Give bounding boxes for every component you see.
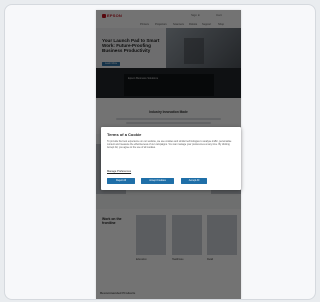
manage-preferences-link[interactable]: Manage Preferences <box>107 170 131 173</box>
accept-cookies-button[interactable]: Accept Cookies <box>141 178 174 184</box>
screenshot-card: EPSON Sign in Cart Printers Projectors S… <box>4 4 316 300</box>
cookie-modal-body: To provide the best experience on our we… <box>107 140 232 150</box>
cookie-modal-title: Terms of a Cookie <box>107 132 142 137</box>
reject-all-button[interactable]: Reject All <box>107 178 135 184</box>
cookie-consent-modal: Terms of a Cookie To provide the best ex… <box>101 127 241 190</box>
accept-all-button[interactable]: Accept All <box>181 178 207 184</box>
